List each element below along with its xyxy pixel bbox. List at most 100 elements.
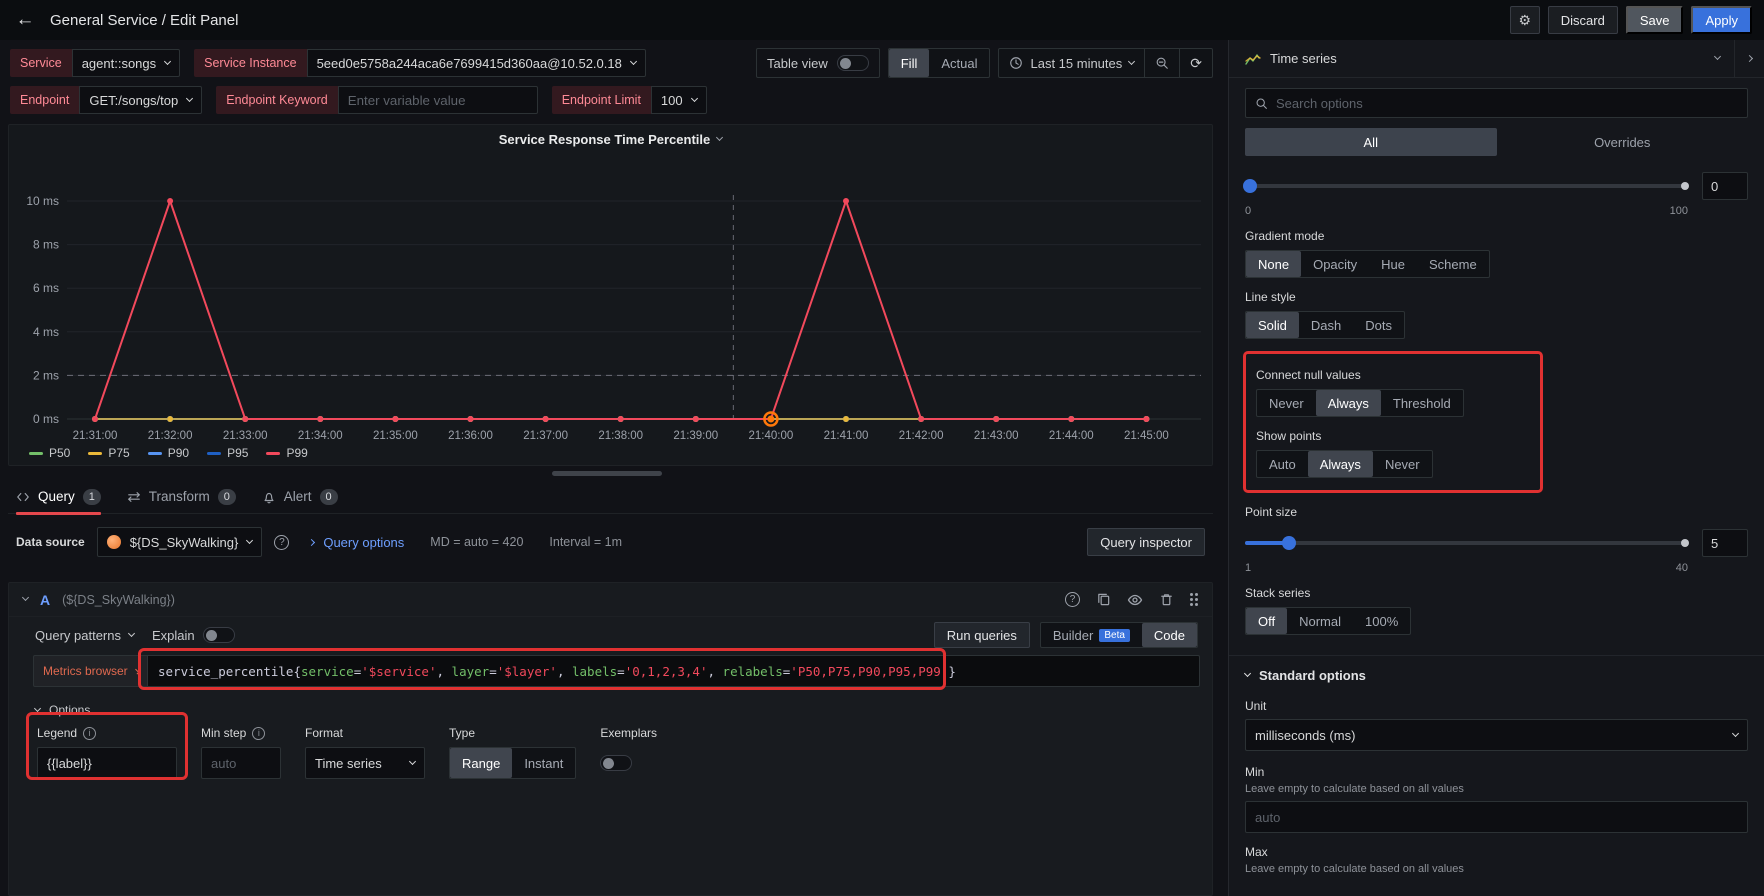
legend-item-P99[interactable]: P99 [266, 446, 307, 460]
data-point-P99[interactable] [1068, 416, 1074, 422]
data-point-P99[interactable] [92, 416, 98, 422]
opacity-slider[interactable] [1245, 184, 1688, 188]
data-point-P99[interactable] [543, 416, 549, 422]
point-size-value[interactable]: 5 [1702, 529, 1748, 557]
zoom-out-button[interactable] [1144, 48, 1180, 78]
gradient-none-option[interactable]: None [1246, 251, 1301, 277]
show-points-auto-option[interactable]: Auto [1257, 451, 1308, 477]
show-points-always-option[interactable]: Always [1308, 451, 1373, 477]
tab-alert[interactable]: Alert 0 [262, 480, 338, 514]
delete-query-trash-icon[interactable] [1159, 592, 1174, 607]
format-select[interactable]: Time series [305, 747, 425, 779]
line-style-dash-option[interactable]: Dash [1299, 312, 1353, 338]
options-search[interactable] [1245, 88, 1748, 118]
legend-item-P90[interactable]: P90 [148, 446, 189, 460]
connect-null-threshold-option[interactable]: Threshold [1381, 390, 1463, 416]
data-point-P75[interactable] [167, 416, 173, 422]
connect-null-never-option[interactable]: Never [1257, 390, 1316, 416]
gradient-hue-option[interactable]: Hue [1369, 251, 1417, 277]
highlighted-point[interactable] [767, 416, 774, 423]
unit-select[interactable]: milliseconds (ms) [1245, 719, 1748, 751]
data-point-P99[interactable] [392, 416, 398, 422]
legend-item-P75[interactable]: P75 [88, 446, 129, 460]
standard-options-header[interactable]: Standard options [1245, 668, 1748, 683]
legend-item-P50[interactable]: P50 [29, 446, 70, 460]
hide-query-eye-icon[interactable] [1127, 592, 1143, 608]
code-mode-button[interactable]: Code [1142, 623, 1197, 647]
options-search-input[interactable] [1276, 96, 1738, 111]
data-point-P99[interactable] [242, 416, 248, 422]
data-point-P99[interactable] [693, 416, 699, 422]
back-arrow-icon[interactable]: ← [12, 9, 38, 31]
fill-option[interactable]: Fill [889, 49, 930, 77]
datasource-help-icon[interactable]: ? [274, 535, 289, 550]
type-range-option[interactable]: Range [450, 748, 512, 778]
data-point-P99[interactable] [993, 416, 999, 422]
service-variable-select[interactable]: agent::songs [72, 49, 180, 77]
query-options-toggle[interactable]: Query options [309, 535, 404, 550]
actual-option[interactable]: Actual [929, 49, 989, 77]
builder-mode-button[interactable]: Builder Beta [1041, 623, 1142, 647]
gradient-scheme-option[interactable]: Scheme [1417, 251, 1489, 277]
line-style-dots-option[interactable]: Dots [1353, 312, 1404, 338]
data-point-P99[interactable] [1143, 416, 1149, 422]
legend-input[interactable] [37, 747, 177, 779]
data-point-P99[interactable] [618, 416, 624, 422]
endpoint-limit-select[interactable]: 100 [651, 86, 707, 114]
opacity-slider-value[interactable]: 0 [1702, 172, 1748, 200]
timeseries-chart[interactable]: 0 ms2 ms4 ms6 ms8 ms10 ms21:31:0021:32:0… [9, 153, 1212, 443]
duplicate-query-icon[interactable] [1096, 592, 1111, 607]
time-range-picker[interactable]: Last 15 minutes [998, 48, 1145, 78]
query-help-icon[interactable]: ? [1065, 592, 1080, 607]
min-step-input[interactable] [201, 747, 281, 779]
exemplars-toggle[interactable] [600, 755, 632, 771]
slider-handle[interactable] [1282, 536, 1296, 550]
endpoint-keyword-input[interactable] [338, 86, 538, 114]
endpoint-variable-select[interactable]: GET:/songs/top [79, 86, 202, 114]
discard-button[interactable]: Discard [1548, 6, 1618, 34]
table-view-toggle[interactable] [837, 55, 869, 71]
data-point-P99[interactable] [918, 416, 924, 422]
tab-query[interactable]: Query 1 [16, 480, 101, 514]
query-options-section-toggle[interactable]: Options [35, 703, 1198, 717]
data-point-P75[interactable] [843, 416, 849, 422]
refresh-button[interactable]: ⟳ [1179, 48, 1213, 78]
query-inspector-button[interactable]: Query inspector [1087, 528, 1205, 556]
datasource-picker[interactable]: ${DS_SkyWalking} [97, 527, 263, 557]
metrics-browser-button[interactable]: Metrics browser [33, 655, 147, 687]
query-expression[interactable]: service_percentile{service='$service', l… [147, 655, 1200, 687]
min-input[interactable] [1245, 801, 1748, 833]
run-queries-button[interactable]: Run queries [934, 622, 1030, 648]
slider-handle[interactable] [1243, 179, 1257, 193]
explain-toggle[interactable] [203, 627, 235, 643]
data-point-P99[interactable] [167, 198, 173, 204]
connect-null-always-option[interactable]: Always [1316, 390, 1381, 416]
panel-settings-button[interactable]: ⚙ [1510, 6, 1540, 34]
stack-normal-option[interactable]: Normal [1287, 608, 1353, 634]
stack-100-option[interactable]: 100% [1353, 608, 1410, 634]
type-instant-option[interactable]: Instant [512, 748, 575, 778]
apply-button[interactable]: Apply [1691, 6, 1752, 34]
collapse-options-pane-button[interactable] [1734, 40, 1764, 78]
query-row-header[interactable]: A (${DS_SkyWalking}) ? [9, 583, 1212, 617]
visualization-picker[interactable]: Time series [1245, 51, 1734, 67]
point-size-slider[interactable] [1245, 541, 1688, 545]
panel-header[interactable]: Service Response Time Percentile [9, 125, 1212, 153]
line-style-solid-option[interactable]: Solid [1246, 312, 1299, 338]
tab-all[interactable]: All [1245, 128, 1497, 156]
service-instance-select[interactable]: 5eed0e5758a244aca6e7699415d360aa@10.52.0… [307, 49, 646, 77]
tab-overrides[interactable]: Overrides [1497, 128, 1749, 156]
save-button[interactable]: Save [1626, 6, 1684, 34]
tab-transform[interactable]: Transform 0 [127, 480, 236, 514]
collapse-query-icon[interactable] [22, 594, 29, 601]
legend-item-P95[interactable]: P95 [207, 446, 248, 460]
stack-off-option[interactable]: Off [1246, 608, 1287, 634]
data-point-P99[interactable] [317, 416, 323, 422]
drag-query-handle-icon[interactable] [1190, 593, 1198, 606]
gradient-opacity-option[interactable]: Opacity [1301, 251, 1369, 277]
panel-resize-handle[interactable] [552, 471, 662, 476]
data-point-P99[interactable] [843, 198, 849, 204]
show-points-never-option[interactable]: Never [1373, 451, 1432, 477]
query-patterns-button[interactable]: Query patterns [35, 628, 134, 643]
data-point-P99[interactable] [468, 416, 474, 422]
